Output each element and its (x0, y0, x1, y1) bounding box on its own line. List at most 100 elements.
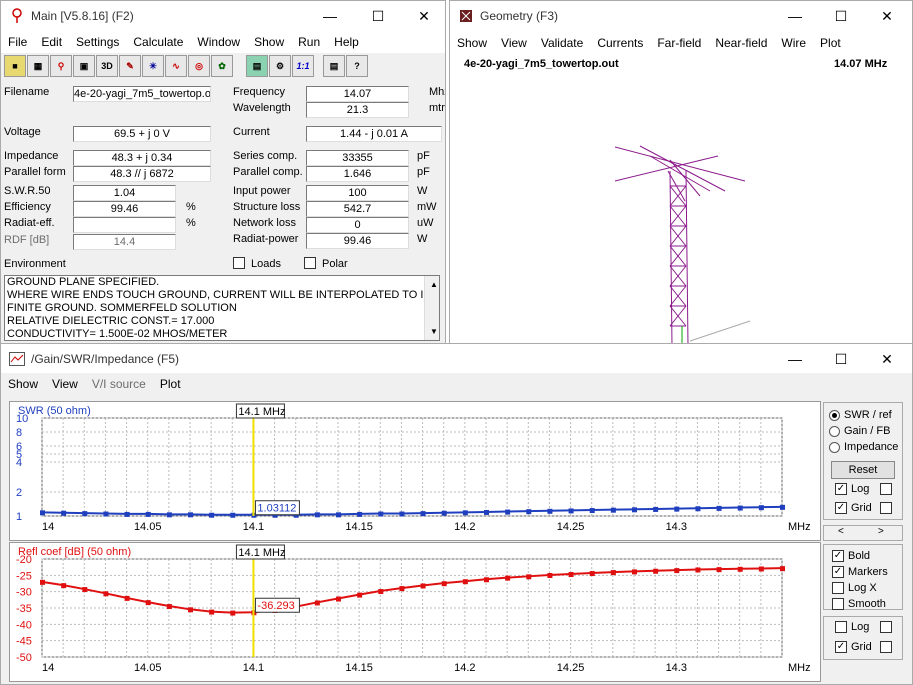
data-point (632, 507, 637, 513)
geo-menu-currents[interactable]: Currents (590, 36, 650, 50)
minimize-button[interactable]: — (307, 1, 353, 31)
swr-log-checkbox-2[interactable] (880, 483, 892, 495)
smooth-option[interactable]: Smooth (832, 598, 886, 610)
help-icon[interactable]: ? (346, 55, 368, 77)
environment-text[interactable]: GROUND PLANE SPECIFIED. WHERE WIRE ENDS … (4, 275, 440, 341)
main-menubar: File Edit Settings Calculate Window Show… (1, 31, 445, 53)
gain-close-button[interactable]: ✕ (864, 344, 910, 374)
gain-maximize-button[interactable]: ☐ (818, 344, 864, 374)
calculator-icon[interactable]: ▤ (246, 55, 268, 77)
geometry-minimize-button[interactable]: — (772, 1, 818, 31)
smith-icon[interactable]: ◎ (188, 55, 210, 77)
refl-log-checkbox-2[interactable] (880, 621, 892, 633)
data-point (737, 566, 743, 572)
menu-calculate[interactable]: Calculate (126, 35, 190, 49)
reset-button[interactable]: Reset (831, 461, 895, 479)
geometry-close-button[interactable]: ✕ (864, 1, 910, 31)
data-point (40, 510, 45, 516)
environment-scrollbar[interactable]: ▲ ▼ (424, 276, 439, 340)
input-power-field[interactable]: 100 (306, 185, 409, 201)
3d-icon[interactable]: 3D (96, 55, 118, 77)
structure-loss-unit: mW (417, 201, 437, 213)
geo-menu-view[interactable]: View (494, 36, 534, 50)
frequency-field[interactable]: 14.07 (306, 86, 409, 102)
impedance-radio[interactable] (829, 441, 840, 453)
gain-menu-plot[interactable]: Plot (153, 377, 188, 391)
menu-file[interactable]: File (1, 35, 34, 49)
menu-edit[interactable]: Edit (34, 35, 69, 49)
gain-fb-radio[interactable] (829, 425, 840, 437)
main-titlebar[interactable]: Main [V5.8.16] (F2) — ☐ ✕ (1, 1, 445, 31)
smooth-checkbox[interactable] (832, 598, 844, 610)
logx-option[interactable]: Log X (832, 582, 877, 594)
open-file-icon[interactable]: ■ (4, 55, 26, 77)
x-axis-unit: MHz (788, 662, 811, 674)
swr-ref-option[interactable]: SWR / ref (829, 409, 892, 421)
geo-menu-show[interactable]: Show (450, 36, 494, 50)
markers-checkbox[interactable]: ✓ (832, 566, 844, 578)
scroll-down-icon[interactable]: ▼ (428, 325, 438, 338)
refl-grid-checkbox-2[interactable] (880, 641, 892, 653)
geometry-titlebar[interactable]: Geometry (F3) — ☐ ✕ (450, 1, 912, 31)
menu-settings[interactable]: Settings (69, 35, 126, 49)
gain-titlebar[interactable]: /Gain/SWR/Impedance (F5) — ☐ ✕ (1, 344, 912, 374)
window-icon[interactable]: ▦ (27, 55, 49, 77)
geometry-canvas[interactable] (450, 76, 912, 345)
maximize-button[interactable]: ☐ (355, 1, 401, 31)
ratio-icon[interactable]: 1:1 (292, 55, 314, 77)
geo-menu-plot[interactable]: Plot (813, 36, 848, 50)
swr-icon[interactable]: ∿ (165, 55, 187, 77)
markers-option[interactable]: ✓ Markers (832, 566, 888, 578)
geo-menu-near-field[interactable]: Near-field (708, 36, 774, 50)
logx-checkbox[interactable] (832, 582, 844, 594)
swr-grid-checkbox-2[interactable] (880, 502, 892, 514)
refl-graph[interactable]: Refl coef [dB] (50 ohm) -20 -25 -30 -35 -40 -4… (9, 542, 821, 682)
swr-graph[interactable]: SWR (50 ohm) 1 2 4 5 6 8 10 14 14.05 14.1 14.15 14.2… (9, 401, 821, 541)
gain-minimize-button[interactable]: — (772, 344, 818, 374)
swr-log-checkbox[interactable]: ✓ (835, 483, 847, 495)
refl-grid-checkbox[interactable]: ✓ (835, 641, 847, 653)
swr-grid-checkbox[interactable]: ✓ (835, 502, 847, 514)
edit-icon[interactable]: ✎ (119, 55, 141, 77)
scroll-up-icon[interactable]: ▲ (428, 278, 438, 291)
optimize-icon[interactable]: ✿ (211, 55, 233, 77)
gain-menu-show[interactable]: Show (1, 377, 45, 391)
geo-menu-validate[interactable]: Validate (534, 36, 590, 50)
parallel-form-field: 48.3 // j 6872 (73, 166, 211, 182)
polar-checkbox[interactable] (304, 257, 316, 269)
gain-menu-vi-source[interactable]: V/I source (85, 377, 153, 391)
geo-menu-wire[interactable]: Wire (774, 36, 813, 50)
refl-grid-option[interactable]: ✓ Grid (835, 641, 872, 653)
swr-log-option[interactable]: ✓ Log (835, 483, 869, 495)
menu-window[interactable]: Window (190, 35, 247, 49)
data-point (166, 604, 172, 610)
logx-label: Log X (848, 582, 877, 594)
close-button[interactable]: ✕ (401, 1, 445, 31)
loads-checkbox[interactable] (233, 257, 245, 269)
refl-log-checkbox[interactable] (835, 621, 847, 633)
menu-show[interactable]: Show (247, 35, 291, 49)
y-tick-label: 1 (16, 511, 22, 523)
geometry-icon[interactable]: ▣ (73, 55, 95, 77)
gain-menu-view[interactable]: View (45, 377, 85, 391)
tools-icon[interactable]: ⚙ (269, 55, 291, 77)
geo-menu-far-field[interactable]: Far-field (650, 36, 708, 50)
series-comp-field: 33355 (306, 150, 409, 166)
pattern-icon[interactable]: ✳ (142, 55, 164, 77)
gain-fb-option[interactable]: Gain / FB (829, 425, 890, 437)
swr-ref-radio[interactable] (829, 409, 840, 421)
bold-option[interactable]: ✓ Bold (832, 550, 870, 562)
data-point (484, 577, 489, 583)
geometry-maximize-button[interactable]: ☐ (818, 1, 864, 31)
impedance-option[interactable]: Impedance (829, 441, 898, 453)
swr-grid-option[interactable]: ✓ Grid (835, 502, 872, 514)
antenna-icon[interactable]: ⚲ (50, 55, 72, 77)
filename-field[interactable]: 4e-20-yagi_7m5_towertop.o (73, 86, 211, 102)
chevron-right-icon[interactable]: ˃ (878, 526, 884, 537)
chevron-left-icon[interactable]: ˂ (838, 526, 844, 537)
menu-help[interactable]: Help (327, 35, 366, 49)
menu-run[interactable]: Run (291, 35, 327, 49)
notes-icon[interactable]: ▤ (323, 55, 345, 77)
refl-log-option[interactable]: Log (835, 621, 869, 633)
bold-checkbox[interactable]: ✓ (832, 550, 844, 562)
